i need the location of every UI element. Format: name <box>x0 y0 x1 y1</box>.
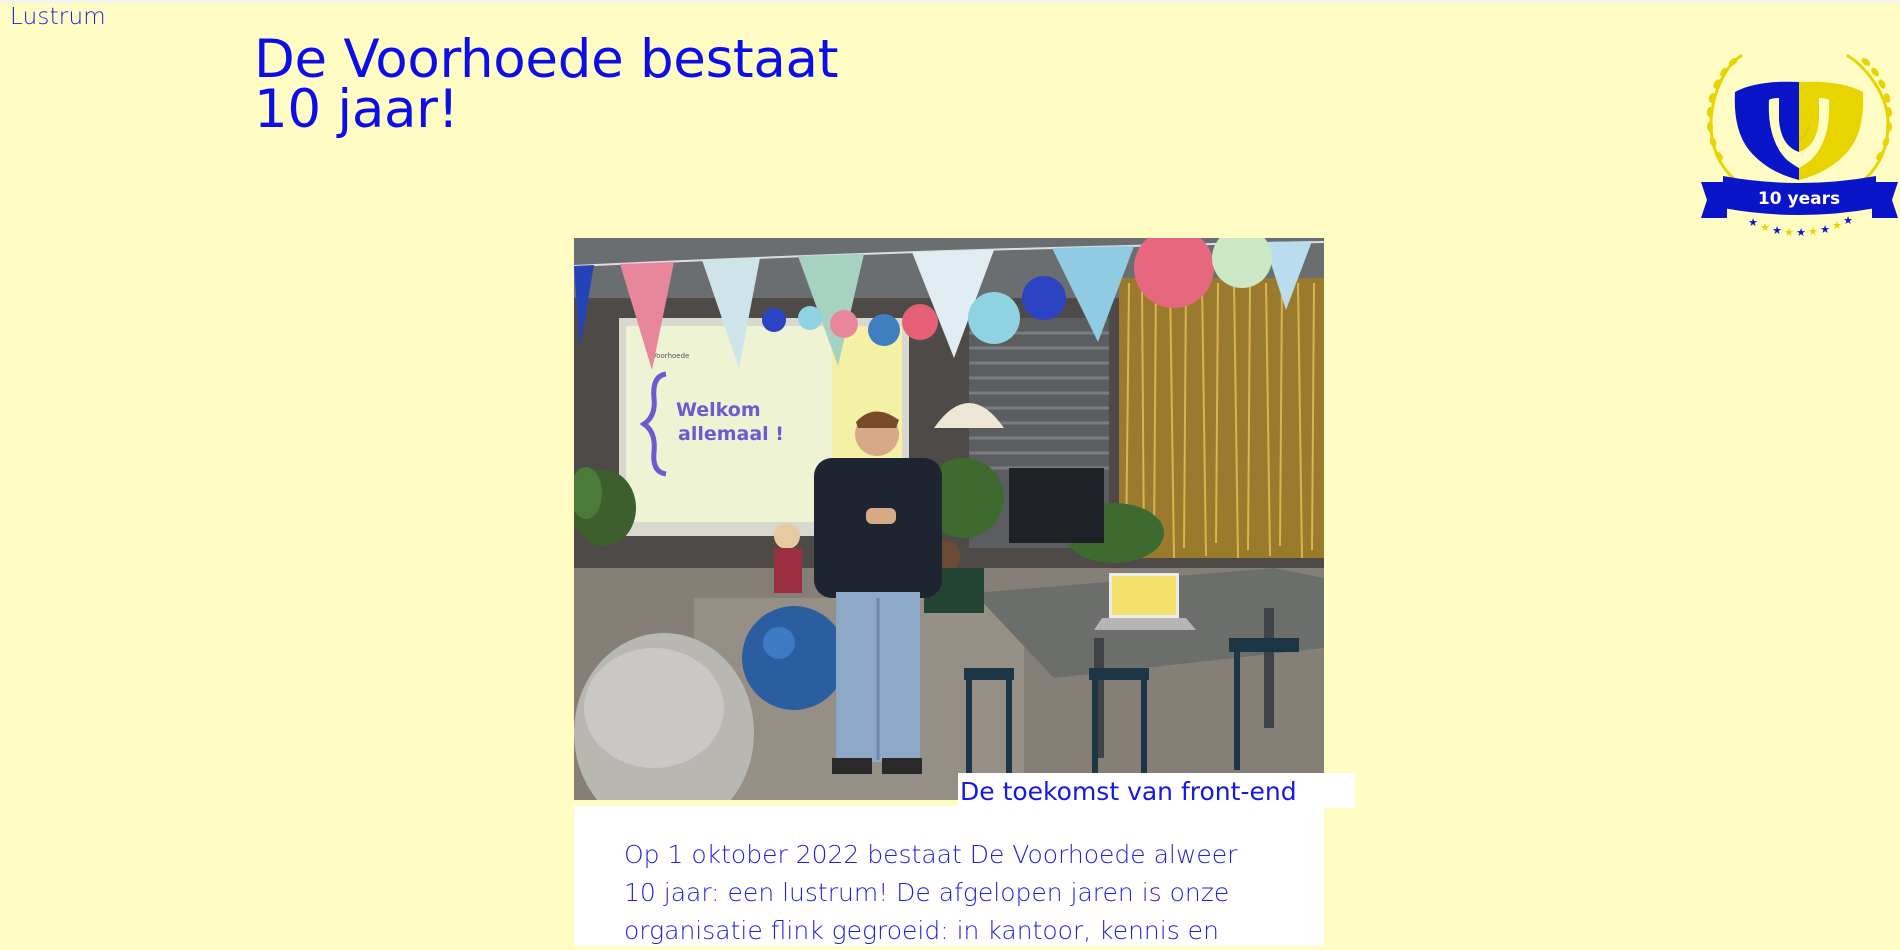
article-intro: Op 1 oktober 2022 bestaat De Voorhoede a… <box>624 840 1238 945</box>
page-title-line-2: 10 jaar! <box>254 79 459 140</box>
svg-text:★: ★ <box>1784 226 1794 239</box>
svg-text:★: ★ <box>1760 221 1770 234</box>
svg-text:★: ★ <box>1748 216 1758 229</box>
hero-photo-party: Welkom allemaal ! Voorhoede <box>574 238 1324 800</box>
brand-link-lustrum[interactable]: Lustrum <box>10 4 106 30</box>
slide-text-line-1: Welkom <box>676 399 761 421</box>
photo-caption: De toekomst van front-end <box>958 773 1355 808</box>
page-title: De Voorhoede bestaat 10 jaar! <box>254 33 854 136</box>
article-card: Op 1 oktober 2022 bestaat De Voorhoede a… <box>574 806 1324 946</box>
svg-text:★: ★ <box>1820 223 1830 236</box>
svg-text:★: ★ <box>1832 219 1842 232</box>
svg-text:★: ★ <box>1843 214 1853 227</box>
slide-brand: Voorhoede <box>652 352 689 360</box>
svg-text:★: ★ <box>1772 224 1782 237</box>
svg-text:★: ★ <box>1808 225 1818 238</box>
emblem-banner-text: 10 years <box>1758 189 1840 209</box>
top-strip <box>0 0 1900 3</box>
svg-text:★: ★ <box>1796 226 1806 239</box>
lustrum-10-years-badge-icon: 10 years ★ ★ ★ ★ ★ ★ ★ ★ ★ <box>1697 50 1900 240</box>
slide-text-line-2: allemaal ! <box>678 423 784 445</box>
